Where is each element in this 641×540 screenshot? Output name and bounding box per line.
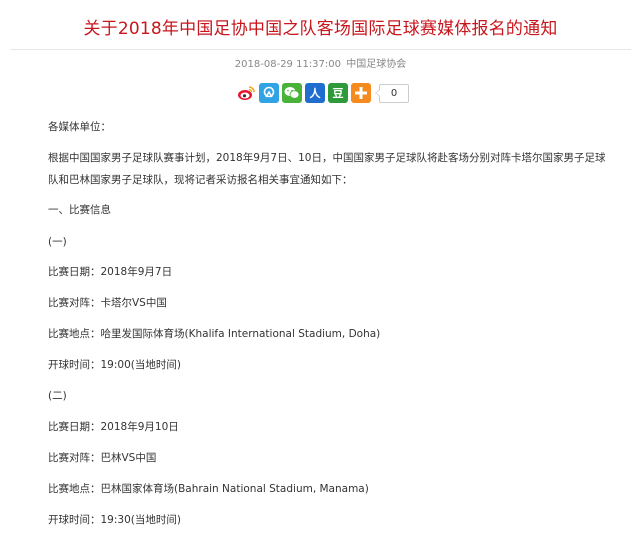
intro-paragraph: 根据中国国家男子足球队赛事计划，2018年9月7日、10日，中国国家男子足球队将… xyxy=(48,152,606,186)
plus-icon xyxy=(355,87,367,99)
match1-date: 比赛日期：2018年9月7日 xyxy=(48,266,173,278)
qzone-share-button[interactable] xyxy=(259,83,279,103)
section-heading-match-info: 一、比赛信息 xyxy=(48,204,111,216)
share-bar: 人 豆 0 xyxy=(236,82,409,104)
article-source: 中国足球协会 xyxy=(346,59,407,70)
match1-venue: 比赛地点：哈里发国际体育场(Khalifa International Stad… xyxy=(48,328,381,340)
douban-icon: 豆 xyxy=(332,87,344,100)
share-count: 0 xyxy=(375,83,409,103)
publish-date: 2018-08-29 11:37:00 xyxy=(234,59,342,70)
douban-share-button[interactable]: 豆 xyxy=(328,83,348,103)
match2-date: 比赛日期：2018年9月10日 xyxy=(48,421,179,433)
weibo-icon xyxy=(238,86,255,100)
renren-icon: 人 xyxy=(309,87,321,100)
weibo-share-button[interactable] xyxy=(236,83,256,103)
article-title: 关于2018年中国足协中国之队客场国际足球赛媒体报名的通知 xyxy=(83,19,558,39)
renren-share-button[interactable]: 人 xyxy=(305,83,325,103)
match2-kickoff: 开球时间：19:30(当地时间) xyxy=(48,514,181,526)
qzone-icon xyxy=(263,86,275,98)
match1-heading: (一) xyxy=(48,236,67,248)
match1-teams: 比赛对阵：卡塔尔VS中国 xyxy=(48,297,167,309)
match2-venue: 比赛地点：巴林国家体育场(Bahrain National Stadium, M… xyxy=(48,483,369,495)
match2-teams: 比赛对阵：巴林VS中国 xyxy=(48,452,157,464)
article-meta: 2018-08-29 11:37:00 中国足球协会 xyxy=(0,59,641,71)
match2-heading: (二) xyxy=(48,390,67,402)
wechat-icon xyxy=(284,87,300,99)
wechat-share-button[interactable] xyxy=(282,83,302,103)
match1-kickoff: 开球时间：19:00(当地时间) xyxy=(48,359,181,371)
more-share-button[interactable] xyxy=(351,83,371,103)
salutation: 各媒体单位： xyxy=(48,121,111,133)
title-divider xyxy=(10,49,631,50)
